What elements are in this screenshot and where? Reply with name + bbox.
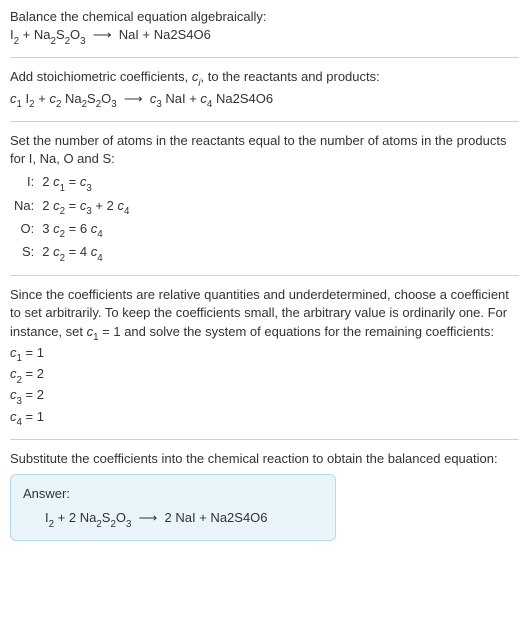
- coeff-value: c2 = 2: [10, 365, 519, 386]
- answer-box: Answer: I2 + 2 Na2S2O3 ⟶ 2 NaI + Na2S4O6: [10, 474, 336, 541]
- section-add-coeffs: Add stoichiometric coefficients, ci, to …: [10, 58, 519, 121]
- table-row: O: 3 c2 = 6 c4: [10, 219, 133, 242]
- section-atom-balance: Set the number of atoms in the reactants…: [10, 122, 519, 276]
- section-solve: Since the coefficients are relative quan…: [10, 276, 519, 440]
- element-label: I:: [10, 172, 38, 195]
- element-equation: 3 c2 = 6 c4: [38, 219, 133, 242]
- coeff-value: c4 = 1: [10, 408, 519, 429]
- element-label: Na:: [10, 196, 38, 219]
- solve-text: Since the coefficients are relative quan…: [10, 286, 519, 344]
- element-equation: 2 c2 = 4 c4: [38, 242, 133, 265]
- element-label: O:: [10, 219, 38, 242]
- add-coeffs-text: Add stoichiometric coefficients, ci, to …: [10, 68, 519, 89]
- answer-label: Answer:: [23, 485, 323, 503]
- table-row: S: 2 c2 = 4 c4: [10, 242, 133, 265]
- coeff-value: c1 = 1: [10, 344, 519, 365]
- substitute-text: Substitute the coefficients into the che…: [10, 450, 519, 468]
- section-answer: Substitute the coefficients into the che…: [10, 440, 519, 552]
- coeff-equation: c1 I2 + c2 Na2S2O3 ⟶ c3 NaI + c4 Na2S4O6: [10, 90, 519, 111]
- balanced-equation: I2 + 2 Na2S2O3 ⟶ 2 NaI + Na2S4O6: [23, 509, 323, 530]
- atom-balance-text: Set the number of atoms in the reactants…: [10, 132, 519, 168]
- coeff-value: c3 = 2: [10, 386, 519, 407]
- element-equation: 2 c2 = c3 + 2 c4: [38, 196, 133, 219]
- balance-title: Balance the chemical equation algebraica…: [10, 8, 519, 26]
- section-balance-intro: Balance the chemical equation algebraica…: [10, 8, 519, 58]
- atom-equations-table: I: 2 c1 = c3 Na: 2 c2 = c3 + 2 c4 O: 3 c…: [10, 172, 133, 265]
- table-row: Na: 2 c2 = c3 + 2 c4: [10, 196, 133, 219]
- unbalanced-equation: I2 + Na2S2O3 ⟶ NaI + Na2S4O6: [10, 26, 519, 47]
- table-row: I: 2 c1 = c3: [10, 172, 133, 195]
- element-label: S:: [10, 242, 38, 265]
- element-equation: 2 c1 = c3: [38, 172, 133, 195]
